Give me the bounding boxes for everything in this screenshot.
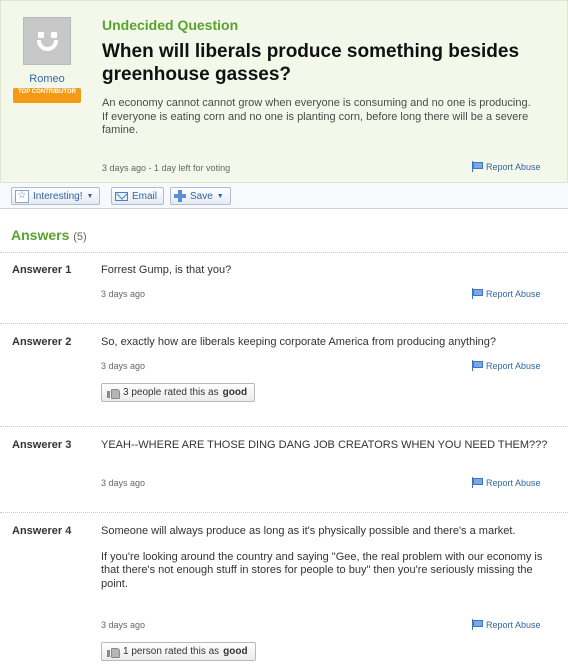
divider xyxy=(0,252,568,253)
report-abuse-label: Report Abuse xyxy=(486,360,541,371)
interesting-button[interactable]: ☆ Interesting! ▼ xyxy=(11,187,101,205)
rating-word: good xyxy=(223,646,248,657)
question-status: Undecided Question xyxy=(102,17,239,33)
answers-heading-label: Answers xyxy=(11,227,70,243)
answers-count: (5) xyxy=(73,231,87,243)
chevron-down-icon: ▼ xyxy=(86,192,94,200)
flag-icon xyxy=(472,161,483,172)
answer-text: YEAH--WHERE ARE THOSE DING DANG JOB CREA… xyxy=(101,439,548,451)
question-panel: Romeo TOP CONTRIBUTOR Undecided Question… xyxy=(0,0,568,183)
rating-prefix: 1 person rated this as xyxy=(123,646,220,657)
answer-paragraph: If you're looking around the country and… xyxy=(101,550,543,590)
save-button[interactable]: Save ▼ xyxy=(170,187,231,205)
question-report-abuse-link[interactable]: Report Abuse xyxy=(472,161,541,172)
report-abuse-label: Report Abuse xyxy=(486,619,541,630)
answer-text: Forrest Gump, is that you? xyxy=(101,264,232,276)
divider xyxy=(0,512,568,513)
divider xyxy=(0,426,568,427)
question-body-line: If everyone is eating corn and no one is… xyxy=(102,110,529,137)
answerer-name[interactable]: Answerer 1 xyxy=(12,264,71,276)
rating-word: good xyxy=(222,387,248,398)
rating-prefix: 3 people rated this as xyxy=(123,387,219,398)
question-action-bar: ☆ Interesting! ▼ Email Save ▼ xyxy=(0,183,568,209)
save-label: Save xyxy=(190,190,213,202)
flag-icon xyxy=(472,360,483,371)
thumbs-up-icon xyxy=(107,646,120,658)
answerer-name[interactable]: Answerer 4 xyxy=(12,525,71,537)
email-button[interactable]: Email xyxy=(111,187,165,205)
question-meta: 3 days ago - 1 day left for voting xyxy=(102,163,231,173)
answer-report-abuse-link[interactable]: Report Abuse xyxy=(472,360,541,371)
answer-meta: 3 days ago xyxy=(101,289,146,299)
email-label: Email xyxy=(132,190,158,202)
answer-meta: 3 days ago xyxy=(101,478,146,488)
question-body-line: An economy cannot cannot grow when every… xyxy=(102,97,531,109)
rating-button[interactable]: 3 people rated this as good xyxy=(101,383,256,402)
rating-button[interactable]: 1 person rated this as good xyxy=(101,642,256,661)
question-body: An economy cannot cannot grow when every… xyxy=(102,97,552,138)
top-contributor-badge: TOP CONTRIBUTOR xyxy=(13,88,81,103)
question-title: When will liberals produce something bes… xyxy=(102,41,520,85)
plus-icon xyxy=(174,190,186,202)
interesting-label: Interesting! xyxy=(33,190,83,202)
answer-report-abuse-link[interactable]: Report Abuse xyxy=(472,288,541,299)
answer-text: Someone will always produce as long as i… xyxy=(101,525,551,591)
report-abuse-label: Report Abuse xyxy=(486,161,541,172)
answerer-name[interactable]: Answerer 2 xyxy=(12,336,71,348)
divider xyxy=(0,323,568,324)
avatar-smile xyxy=(37,40,58,51)
answers-heading: Answers (5) xyxy=(11,227,87,243)
answer-text: So, exactly how are liberals keeping cor… xyxy=(101,336,496,348)
mail-icon xyxy=(115,191,128,201)
avatar-eye-left xyxy=(38,32,44,38)
flag-icon xyxy=(472,288,483,299)
report-abuse-label: Report Abuse xyxy=(486,477,541,488)
star-icon: ☆ xyxy=(15,189,29,203)
asker-name-link[interactable]: Romeo xyxy=(13,73,81,85)
answer-report-abuse-link[interactable]: Report Abuse xyxy=(472,477,541,488)
answer-paragraph: Someone will always produce as long as i… xyxy=(101,525,516,537)
answerer-name[interactable]: Answerer 3 xyxy=(12,439,71,451)
chevron-down-icon: ▼ xyxy=(216,192,224,200)
answer-meta: 3 days ago xyxy=(101,620,146,630)
flag-icon xyxy=(472,477,483,488)
thumbs-up-icon xyxy=(107,387,120,399)
flag-icon xyxy=(472,619,483,630)
asker-avatar[interactable] xyxy=(23,17,71,65)
report-abuse-label: Report Abuse xyxy=(486,288,541,299)
avatar-eye-right xyxy=(51,32,57,38)
answer-meta: 3 days ago xyxy=(101,361,146,371)
answer-report-abuse-link[interactable]: Report Abuse xyxy=(472,619,541,630)
